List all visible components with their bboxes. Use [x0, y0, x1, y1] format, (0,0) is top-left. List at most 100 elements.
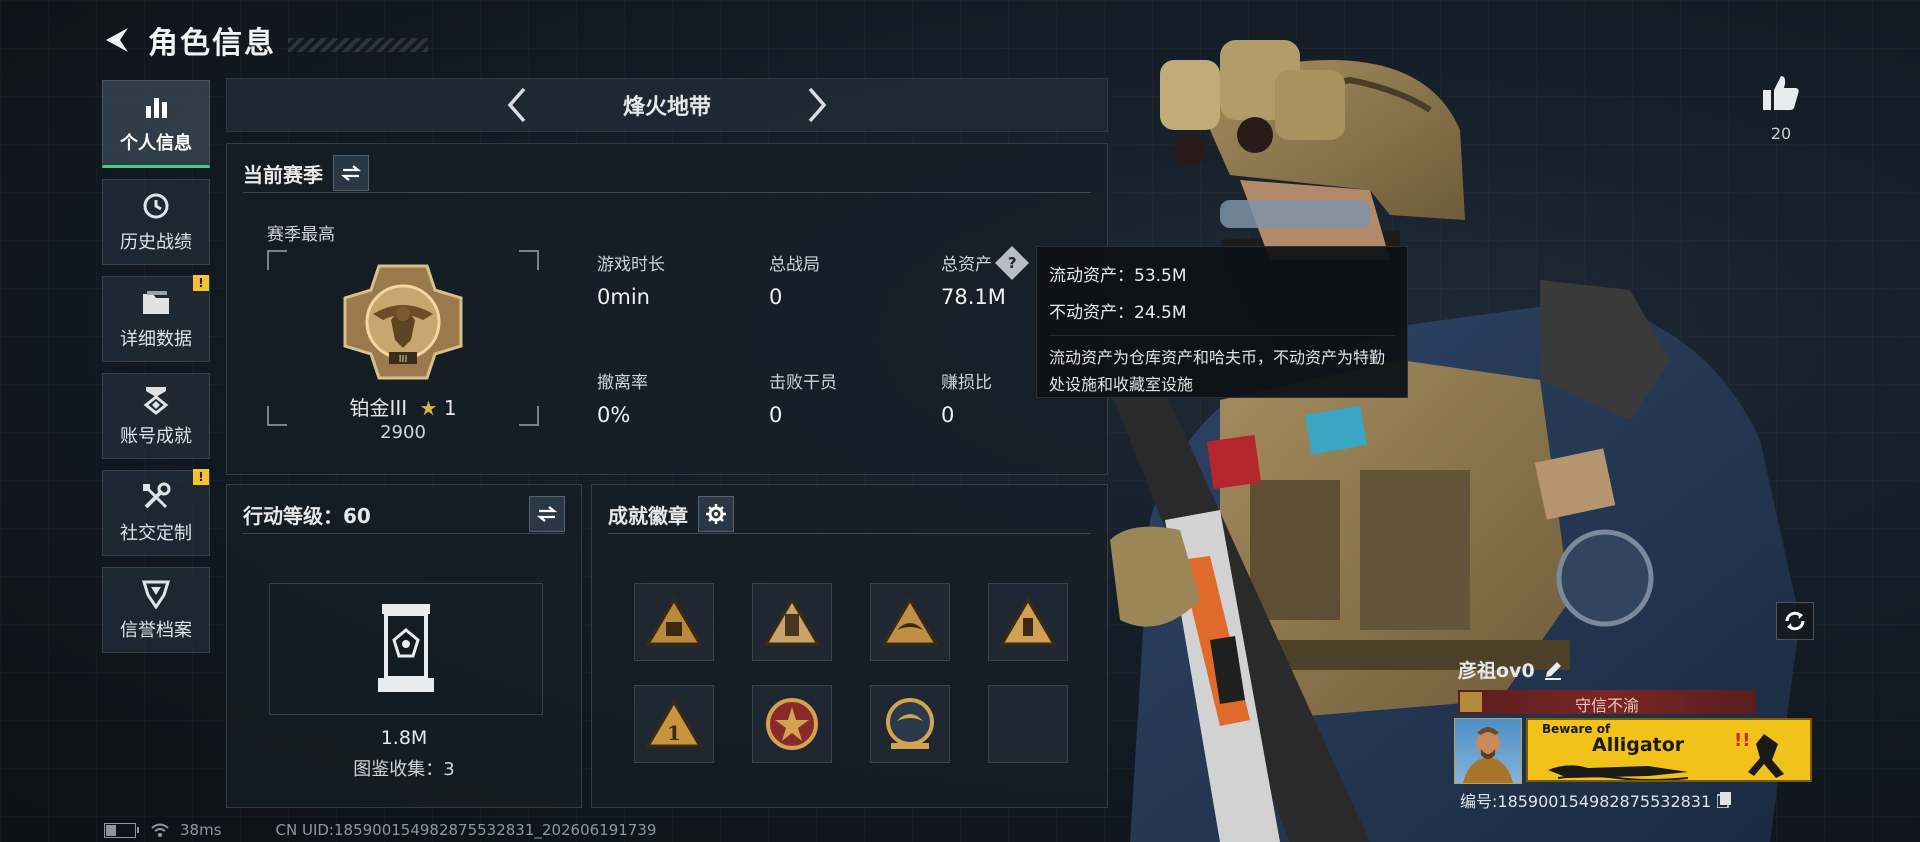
star-icon: ★ [419, 396, 438, 420]
folder-icon [141, 287, 171, 319]
rank-stars: 1 [443, 396, 457, 420]
honor-title: 守信不渝 [1574, 696, 1639, 715]
achievement-badges-panel: 成就徽章 1 [591, 484, 1108, 808]
badge-triangle-wings-icon [881, 597, 939, 646]
collection-case-icon [378, 604, 434, 692]
stat-label: 总资产 ? [941, 245, 1029, 280]
sidebar-item-label: 账号成就 [120, 426, 192, 447]
svg-text:!!: !! [1734, 730, 1750, 751]
title-decoration [288, 38, 428, 52]
mode-title: 烽火地带 [622, 95, 711, 120]
pencil-icon [1544, 661, 1561, 680]
sidebar-item-detailed-data[interactable]: ! 详细数据 [102, 275, 210, 362]
battery-level [106, 824, 116, 836]
refresh-button[interactable] [1776, 602, 1814, 640]
badge-slot-7[interactable] [870, 685, 950, 763]
thumbs-up-icon [1763, 76, 1799, 110]
stat-value: 0min [597, 285, 650, 309]
stat-value: 0 [769, 403, 783, 427]
season-title: 当前赛季 [243, 162, 323, 187]
rank-name-text: 铂金III [349, 396, 408, 420]
stat-operators-defeated: 击败干员 0 [769, 368, 837, 427]
avatar[interactable] [1454, 718, 1522, 784]
player-id-text: 编号:185900154982875532831 [1460, 792, 1712, 811]
chevron-right-icon [808, 87, 827, 123]
achievement-icon [142, 384, 170, 416]
stat-extraction-rate: 撤离率 0% [597, 368, 648, 427]
help-icon-glyph: ? [1007, 253, 1017, 272]
page-header: 角色信息 [100, 18, 428, 62]
badge-slot-8-empty[interactable] [988, 685, 1068, 763]
sidebar-item-label: 信誉档案 [120, 620, 192, 641]
tooltip-description: 流动资产为仓库资产和哈夫币，不动资产为特勤处设施和收藏室设施 [1049, 335, 1395, 398]
badge-slot-2[interactable] [752, 583, 832, 661]
sidebar: 个人信息 历史战绩 ! 详细数据 账号成就 ! 社交定制 信誉档案 [102, 80, 210, 664]
badge-slot-3[interactable] [870, 583, 950, 661]
action-level-panel: 行动等级：60 1.8M 图鉴收集：3 [226, 484, 582, 808]
mode-selector: 烽火地带 [226, 78, 1108, 132]
collection-display[interactable] [269, 583, 543, 715]
swap-icon [537, 506, 557, 522]
mode-next-button[interactable] [797, 85, 837, 125]
level-switch-button[interactable] [529, 496, 565, 532]
sidebar-item-label: 历史战绩 [120, 232, 192, 253]
stat-label: 总战局 [769, 255, 820, 275]
tools-icon [141, 481, 171, 513]
badge-star-medal-icon [766, 698, 818, 750]
badge-slot-6[interactable] [752, 685, 832, 763]
refresh-icon [1785, 611, 1805, 631]
stat-label: 赚损比 [941, 373, 992, 393]
stat-value: 0% [597, 403, 631, 427]
warning-badge: ! [193, 275, 209, 291]
sidebar-item-credit-record[interactable]: 信誉档案 [102, 567, 210, 653]
status-footer: 38ms CN UID:185900154982875532831_202606… [104, 820, 656, 840]
tooltip-fixed-assets: 不动资产：24.5M [1049, 303, 1187, 323]
ping-value: 38ms [180, 821, 222, 839]
mode-prev-button[interactable] [497, 85, 537, 125]
copy-icon [1717, 792, 1732, 808]
like-button[interactable] [1756, 74, 1806, 118]
badge-slot-1[interactable] [634, 583, 714, 661]
action-level-title: 行动等级：60 [243, 503, 371, 528]
copy-id-button[interactable] [1717, 792, 1732, 808]
warning-badge: ! [193, 469, 209, 485]
swap-icon [341, 165, 361, 181]
rank-emblem-icon: III [343, 264, 463, 380]
badges-settings-button[interactable] [698, 496, 734, 532]
rank-name: 铂金III ★ 1 [267, 392, 539, 421]
edit-name-button[interactable] [1543, 660, 1563, 680]
stat-label-text: 总资产 [941, 255, 992, 275]
tooltip-liquid-assets: 流动资产：53.5M [1049, 266, 1187, 286]
stat-profit-loss-ratio: 赚损比 0 [941, 368, 992, 427]
stat-total-assets: 总资产 ? 78.1M [941, 245, 1029, 309]
sidebar-item-personal-info[interactable]: 个人信息 [102, 80, 210, 168]
back-button[interactable] [100, 22, 136, 58]
stat-total-matches: 总战局 0 [769, 250, 820, 309]
help-icon[interactable]: ? [995, 245, 1029, 280]
badge-slot-4[interactable] [988, 583, 1068, 661]
season-switch-button[interactable] [333, 155, 369, 191]
bar-chart-icon [143, 91, 169, 123]
chevron-left-icon [507, 87, 526, 123]
sidebar-item-match-history[interactable]: 历史战绩 [102, 179, 210, 265]
badge-eagle-shield-icon [886, 698, 934, 749]
badge-number-one-icon: 1 [645, 699, 703, 748]
assets-tooltip: 流动资产：53.5M 不动资产：24.5M 流动资产为仓库资产和哈夫币，不动资产… [1036, 246, 1408, 398]
sidebar-item-social-custom[interactable]: ! 社交定制 [102, 469, 210, 556]
badges-title: 成就徽章 [608, 503, 688, 528]
sidebar-item-achievements[interactable]: 账号成就 [102, 373, 210, 459]
rank-score: 2900 [380, 422, 426, 443]
name-card[interactable]: Beware of Alligator !! [1526, 718, 1812, 782]
stat-label: 游戏时长 [597, 255, 665, 275]
season-panel-header: 当前赛季 [243, 154, 1091, 193]
season-panel: 当前赛季 赛季最高 III 铂金III ★ 1 2900 游戏时长 0min 总… [226, 143, 1108, 475]
honor-title-bar: 守信不渝 [1458, 690, 1756, 715]
badge-slot-5[interactable]: 1 [634, 685, 714, 763]
stat-label: 撤离率 [597, 373, 648, 393]
badge-triangle-bottle-icon [999, 597, 1057, 646]
badge-scroll-icon [763, 597, 821, 646]
page-title: 角色信息 [148, 26, 276, 61]
season-best-label: 赛季最高 [267, 225, 335, 245]
battery-icon [104, 822, 139, 838]
svg-text:III: III [399, 354, 408, 365]
